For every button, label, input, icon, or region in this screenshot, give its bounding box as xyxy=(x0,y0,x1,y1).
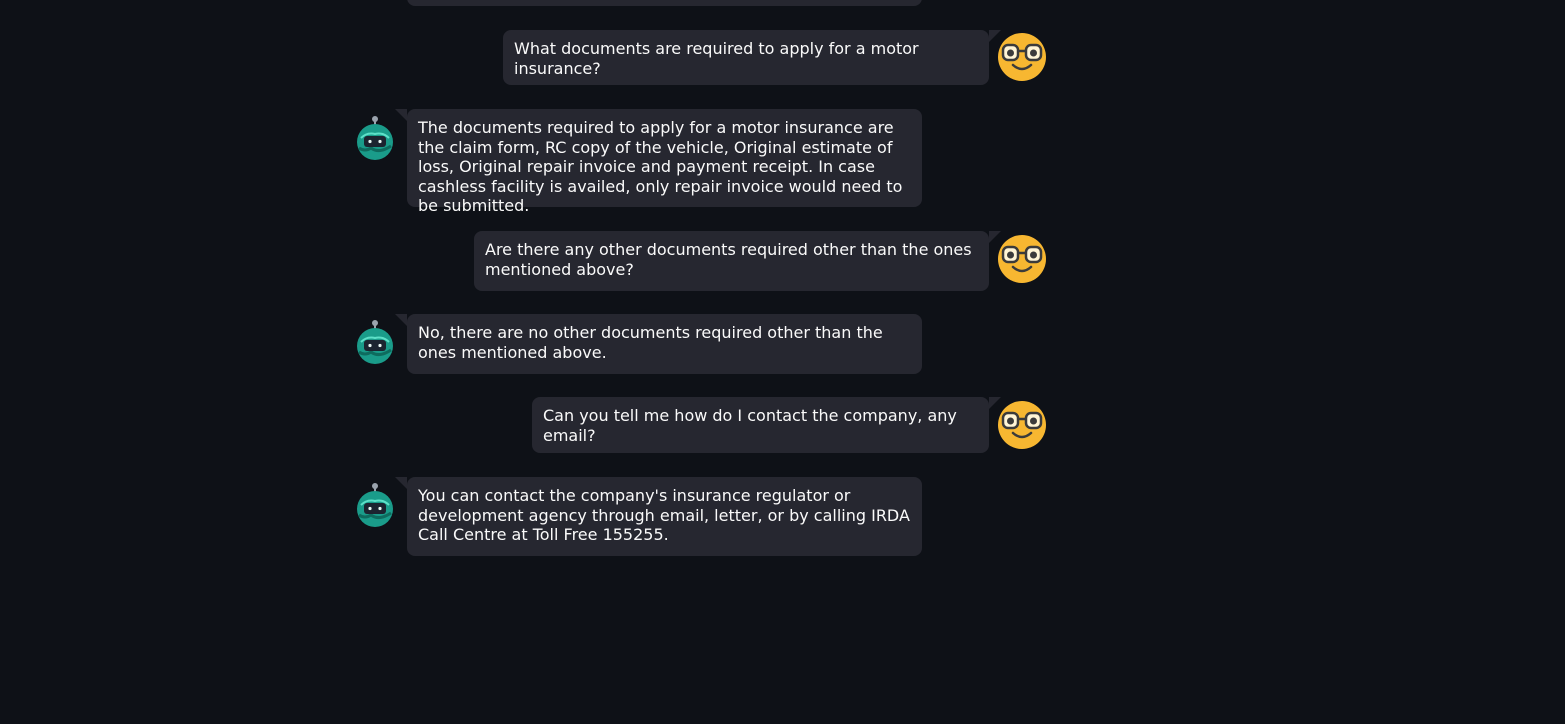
nerd-face-icon xyxy=(998,401,1046,449)
user-message: Are there any other documents required o… xyxy=(474,231,1001,291)
user-message: Can you tell me how do I contact the com… xyxy=(532,397,1001,453)
assistant-message: The documents required to apply for a mo… xyxy=(395,109,922,215)
chat-container: What documents are required to apply for… xyxy=(0,0,1565,724)
previous-message-bubble xyxy=(407,0,922,6)
assistant-message: No, there are no other documents require… xyxy=(395,314,922,374)
nerd-face-icon xyxy=(998,33,1046,81)
robot-icon xyxy=(353,318,401,366)
user-message: What documents are required to apply for… xyxy=(503,30,1001,85)
robot-icon xyxy=(353,481,401,529)
robot-icon xyxy=(353,114,401,162)
assistant-message: You can contact the company's insurance … xyxy=(395,477,922,556)
nerd-face-icon xyxy=(998,235,1046,283)
